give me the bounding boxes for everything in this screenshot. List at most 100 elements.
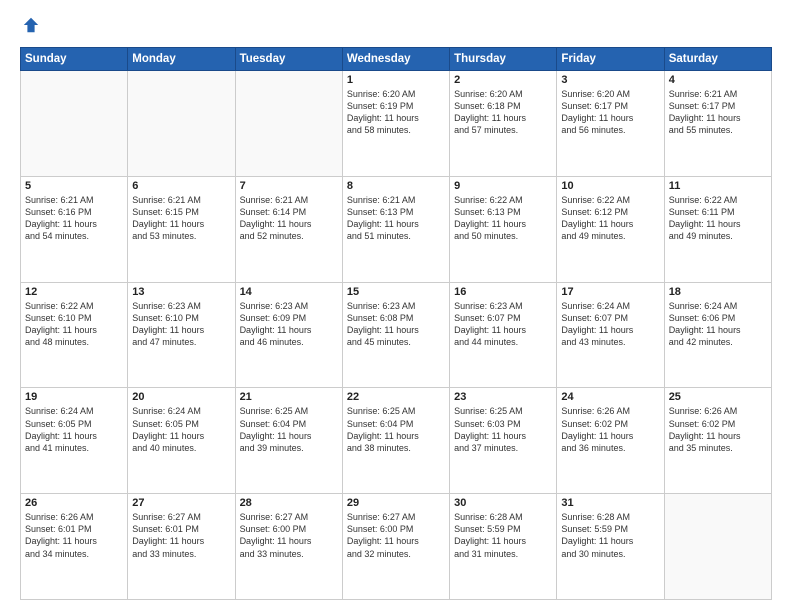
cell-content: Sunrise: 6:24 AM Sunset: 6:07 PM Dayligh… (561, 300, 659, 349)
calendar-cell: 26 Sunrise: 6:26 AM Sunset: 6:01 PM Dayli… (21, 494, 128, 600)
day-number: 10 (561, 180, 659, 192)
calendar-cell: 8Sunrise: 6:21 AM Sunset: 6:13 PM Daylig… (342, 176, 449, 282)
day-number: 24 (561, 391, 659, 403)
cell-content: Sunrise: 6:22 AM Sunset: 6:13 PM Dayligh… (454, 194, 552, 243)
day-number: 9 (454, 180, 552, 192)
calendar-cell: 6Sunrise: 6:21 AM Sunset: 6:15 PM Daylig… (128, 176, 235, 282)
calendar-day-header: Sunday (21, 48, 128, 71)
cell-content: Sunrise: 6:28 AM Sunset: 5:59 PM Dayligh… (561, 511, 659, 560)
cell-content: Sunrise: 6:20 AM Sunset: 6:17 PM Dayligh… (561, 88, 659, 137)
calendar-cell: 9 Sunrise: 6:22 AM Sunset: 6:13 PM Daylig… (450, 176, 557, 282)
calendar-table: SundayMondayTuesdayWednesdayThursdayFrid… (20, 47, 772, 600)
day-number: 8 (347, 180, 445, 192)
cell-content: Sunrise: 6:20 AM Sunset: 6:18 PM Dayligh… (454, 88, 552, 137)
cell-content: Sunrise: 6:27 AM Sunset: 6:01 PM Dayligh… (132, 511, 230, 560)
calendar-cell: 24 Sunrise: 6:26 AM Sunset: 6:02 PM Dayli… (557, 388, 664, 494)
calendar-cell: 29 Sunrise: 6:27 AM Sunset: 6:00 PM Dayli… (342, 494, 449, 600)
calendar-cell (21, 71, 128, 177)
day-number: 20 (132, 391, 230, 403)
calendar-cell: 15 Sunrise: 6:23 AM Sunset: 6:08 PM Dayli… (342, 282, 449, 388)
cell-content: Sunrise: 6:22 AM Sunset: 6:11 PM Dayligh… (669, 194, 767, 243)
day-number: 27 (132, 497, 230, 509)
day-number: 19 (25, 391, 123, 403)
day-number: 28 (240, 497, 338, 509)
calendar-cell: 28 Sunrise: 6:27 AM Sunset: 6:00 PM Dayli… (235, 494, 342, 600)
cell-content: Sunrise: 6:27 AM Sunset: 6:00 PM Dayligh… (347, 511, 445, 560)
cell-content: Sunrise: 6:24 AM Sunset: 6:05 PM Dayligh… (25, 405, 123, 454)
day-number: 11 (669, 180, 767, 192)
logo-icon (22, 16, 40, 34)
day-number: 1 (347, 74, 445, 86)
cell-content: Sunrise: 6:23 AM Sunset: 6:07 PM Dayligh… (454, 300, 552, 349)
day-number: 5 (25, 180, 123, 192)
calendar-cell: 4Sunrise: 6:21 AM Sunset: 6:17 PM Daylig… (664, 71, 771, 177)
calendar-cell: 13 Sunrise: 6:23 AM Sunset: 6:10 PM Dayli… (128, 282, 235, 388)
calendar-cell: 30 Sunrise: 6:28 AM Sunset: 5:59 PM Dayli… (450, 494, 557, 600)
cell-content: Sunrise: 6:26 AM Sunset: 6:02 PM Dayligh… (561, 405, 659, 454)
calendar-cell: 5 Sunrise: 6:21 AM Sunset: 6:16 PM Daylig… (21, 176, 128, 282)
calendar-header-row: SundayMondayTuesdayWednesdayThursdayFrid… (21, 48, 772, 71)
cell-content: Sunrise: 6:21 AM Sunset: 6:16 PM Dayligh… (25, 194, 123, 243)
calendar-cell (664, 494, 771, 600)
day-number: 22 (347, 391, 445, 403)
calendar-cell: 25Sunrise: 6:26 AM Sunset: 6:02 PM Dayli… (664, 388, 771, 494)
cell-content: Sunrise: 6:21 AM Sunset: 6:15 PM Dayligh… (132, 194, 230, 243)
cell-content: Sunrise: 6:25 AM Sunset: 6:04 PM Dayligh… (240, 405, 338, 454)
day-number: 13 (132, 286, 230, 298)
calendar-week-row: 5 Sunrise: 6:21 AM Sunset: 6:16 PM Daylig… (21, 176, 772, 282)
cell-content: Sunrise: 6:22 AM Sunset: 6:12 PM Dayligh… (561, 194, 659, 243)
day-number: 12 (25, 286, 123, 298)
day-number: 2 (454, 74, 552, 86)
cell-content: Sunrise: 6:26 AM Sunset: 6:02 PM Dayligh… (669, 405, 767, 454)
day-number: 7 (240, 180, 338, 192)
cell-content: Sunrise: 6:28 AM Sunset: 5:59 PM Dayligh… (454, 511, 552, 560)
calendar-cell: 14Sunrise: 6:23 AM Sunset: 6:09 PM Dayli… (235, 282, 342, 388)
calendar-cell: 11 Sunrise: 6:22 AM Sunset: 6:11 PM Dayli… (664, 176, 771, 282)
cell-content: Sunrise: 6:23 AM Sunset: 6:08 PM Dayligh… (347, 300, 445, 349)
day-number: 23 (454, 391, 552, 403)
calendar-day-header: Thursday (450, 48, 557, 71)
calendar-cell: 17 Sunrise: 6:24 AM Sunset: 6:07 PM Dayli… (557, 282, 664, 388)
calendar-cell: 20 Sunrise: 6:24 AM Sunset: 6:05 PM Dayli… (128, 388, 235, 494)
calendar-cell: 21 Sunrise: 6:25 AM Sunset: 6:04 PM Dayli… (235, 388, 342, 494)
calendar-cell: 12 Sunrise: 6:22 AM Sunset: 6:10 PM Dayli… (21, 282, 128, 388)
day-number: 26 (25, 497, 123, 509)
calendar-week-row: 19 Sunrise: 6:24 AM Sunset: 6:05 PM Dayli… (21, 388, 772, 494)
cell-content: Sunrise: 6:24 AM Sunset: 6:06 PM Dayligh… (669, 300, 767, 349)
day-number: 29 (347, 497, 445, 509)
day-number: 18 (669, 286, 767, 298)
page: SundayMondayTuesdayWednesdayThursdayFrid… (0, 0, 792, 612)
calendar-cell: 31 Sunrise: 6:28 AM Sunset: 5:59 PM Dayli… (557, 494, 664, 600)
calendar-cell: 1 Sunrise: 6:20 AM Sunset: 6:19 PM Daylig… (342, 71, 449, 177)
cell-content: Sunrise: 6:26 AM Sunset: 6:01 PM Dayligh… (25, 511, 123, 560)
calendar-cell: 3 Sunrise: 6:20 AM Sunset: 6:17 PM Daylig… (557, 71, 664, 177)
day-number: 31 (561, 497, 659, 509)
cell-content: Sunrise: 6:23 AM Sunset: 6:10 PM Dayligh… (132, 300, 230, 349)
calendar-cell (235, 71, 342, 177)
cell-content: Sunrise: 6:20 AM Sunset: 6:19 PM Dayligh… (347, 88, 445, 137)
day-number: 30 (454, 497, 552, 509)
cell-content: Sunrise: 6:23 AM Sunset: 6:09 PM Dayligh… (240, 300, 338, 349)
cell-content: Sunrise: 6:25 AM Sunset: 6:03 PM Dayligh… (454, 405, 552, 454)
cell-content: Sunrise: 6:21 AM Sunset: 6:14 PM Dayligh… (240, 194, 338, 243)
cell-content: Sunrise: 6:27 AM Sunset: 6:00 PM Dayligh… (240, 511, 338, 560)
day-number: 17 (561, 286, 659, 298)
calendar-cell: 7 Sunrise: 6:21 AM Sunset: 6:14 PM Daylig… (235, 176, 342, 282)
calendar-day-header: Friday (557, 48, 664, 71)
cell-content: Sunrise: 6:24 AM Sunset: 6:05 PM Dayligh… (132, 405, 230, 454)
calendar-cell: 10 Sunrise: 6:22 AM Sunset: 6:12 PM Dayli… (557, 176, 664, 282)
calendar-week-row: 1 Sunrise: 6:20 AM Sunset: 6:19 PM Daylig… (21, 71, 772, 177)
day-number: 15 (347, 286, 445, 298)
calendar-cell: 2 Sunrise: 6:20 AM Sunset: 6:18 PM Daylig… (450, 71, 557, 177)
calendar-day-header: Wednesday (342, 48, 449, 71)
calendar-day-header: Saturday (664, 48, 771, 71)
day-number: 21 (240, 391, 338, 403)
calendar-day-header: Tuesday (235, 48, 342, 71)
day-number: 3 (561, 74, 659, 86)
day-number: 16 (454, 286, 552, 298)
calendar-day-header: Monday (128, 48, 235, 71)
calendar-cell: 18 Sunrise: 6:24 AM Sunset: 6:06 PM Dayli… (664, 282, 771, 388)
cell-content: Sunrise: 6:22 AM Sunset: 6:10 PM Dayligh… (25, 300, 123, 349)
calendar-cell: 27 Sunrise: 6:27 AM Sunset: 6:01 PM Dayli… (128, 494, 235, 600)
logo (20, 16, 42, 39)
